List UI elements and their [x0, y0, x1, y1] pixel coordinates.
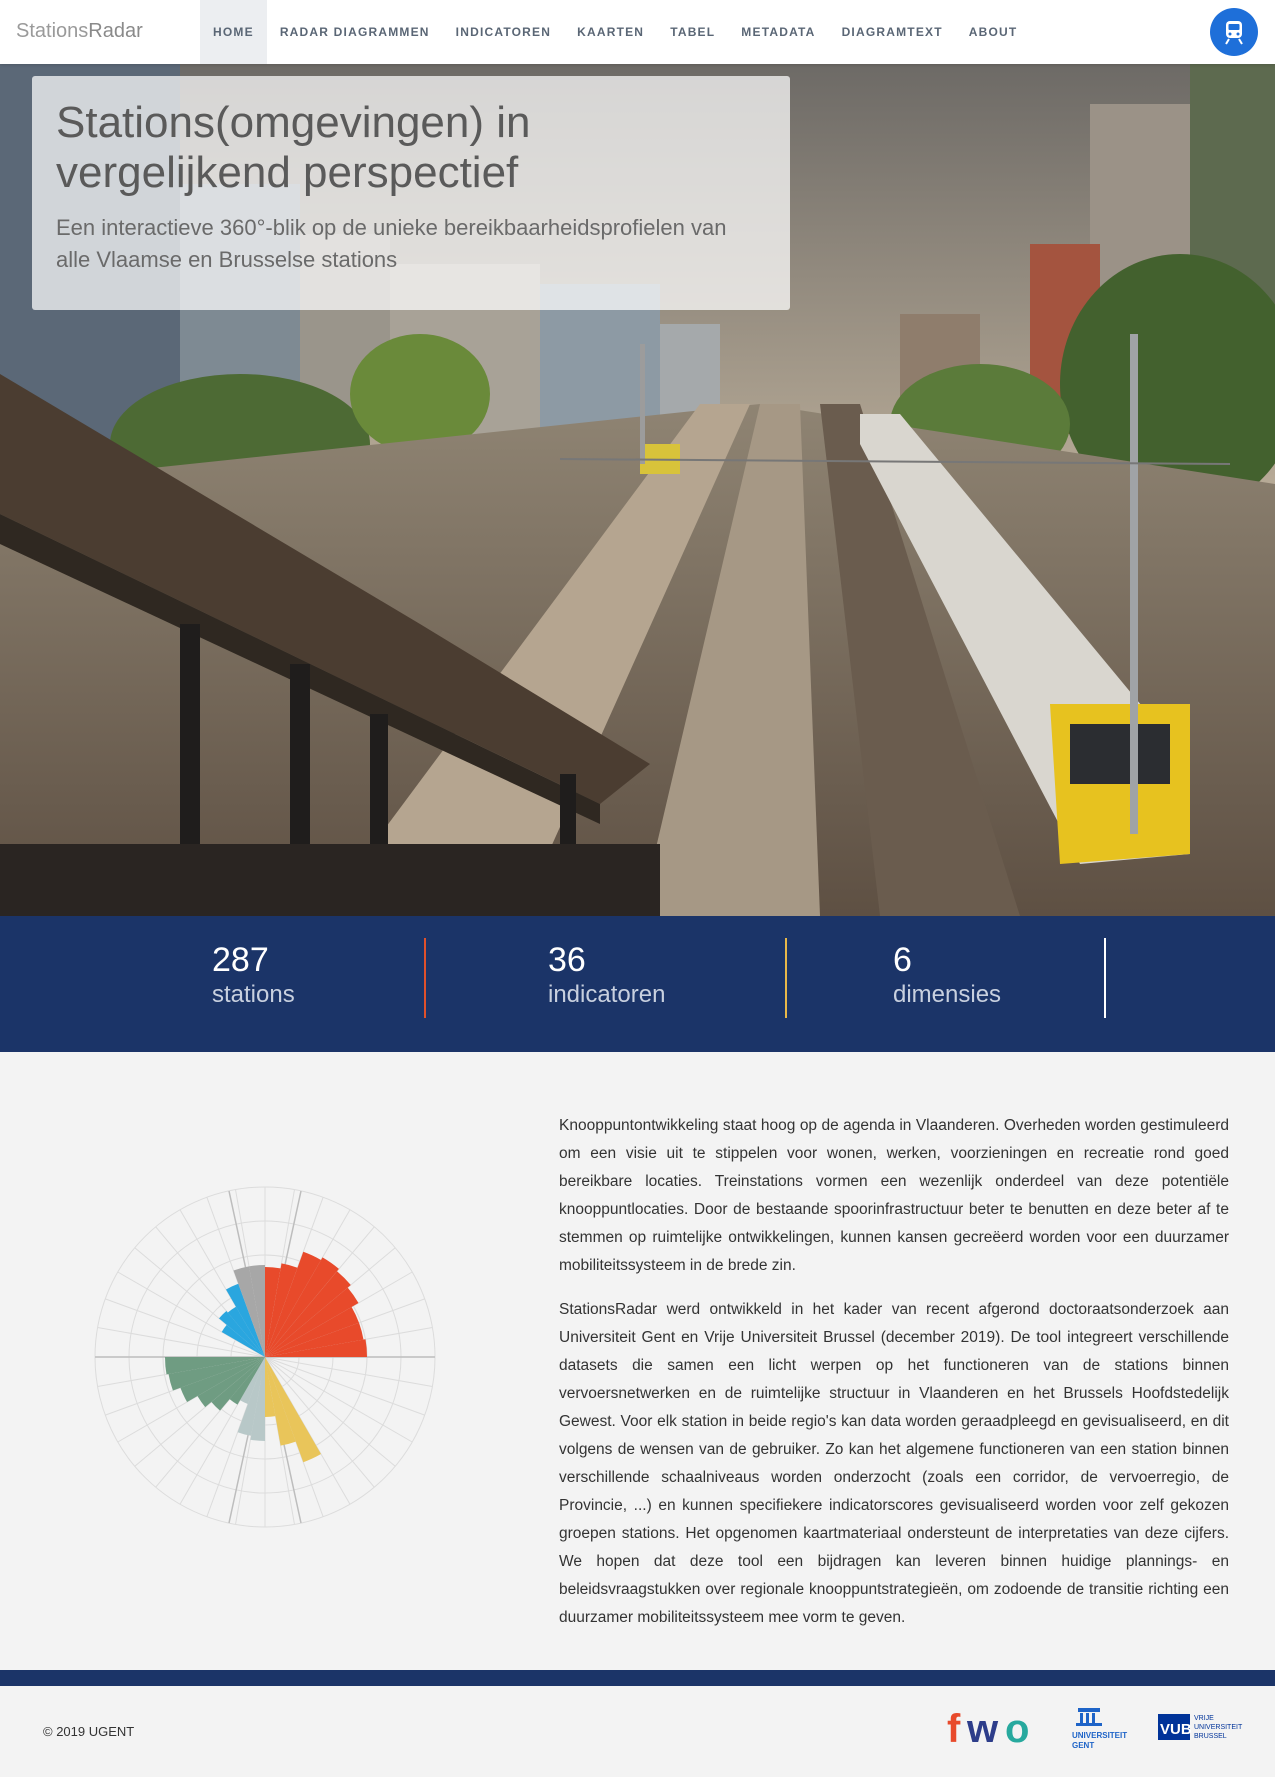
- vub-logo-line2: UNIVERSITEIT: [1194, 1724, 1243, 1731]
- train-icon: [1225, 21, 1243, 45]
- stat-indicatoren-label: indicatoren: [548, 981, 666, 1008]
- stat-dimensies-value: 6: [893, 941, 912, 979]
- stat-dimensies-label: dimensies: [893, 981, 1002, 1008]
- nav-kaarten[interactable]: KAARTEN: [564, 0, 657, 64]
- ugent-logo-line2: GENT: [1072, 1741, 1094, 1750]
- footer-divider-bar: [0, 1670, 1275, 1686]
- ugent-logo-line1: UNIVERSITEIT: [1072, 1731, 1127, 1740]
- intro-text: Knooppuntontwikkeling staat hoog op de a…: [559, 1112, 1229, 1648]
- brand-part1: Stations: [16, 20, 89, 42]
- stat-divider-2: [785, 938, 787, 1018]
- main-nav: HOME RADAR DIAGRAMMEN INDICATOREN KAARTE…: [200, 0, 1030, 64]
- radar-diagram-illustration: [94, 1186, 436, 1528]
- fwo-logo-w: w: [966, 1708, 999, 1750]
- fwo-logo-o: o: [1005, 1708, 1029, 1750]
- stat-divider-3: [1104, 938, 1106, 1018]
- top-navbar: StationsRadar HOME RADAR DIAGRAMMEN INDI…: [0, 0, 1275, 64]
- vub-logo-line1: VRIJE: [1194, 1715, 1214, 1722]
- intro-paragraph-2: StationsRadar werd ontwikkeld in het kad…: [559, 1301, 1229, 1626]
- fwo-logo[interactable]: f w o: [945, 1707, 1045, 1755]
- brand-part2: Radar: [88, 20, 143, 42]
- stat-indicatoren-value: 36: [548, 941, 586, 979]
- ugent-logo[interactable]: UNIVERSITEIT GENT: [1070, 1706, 1130, 1761]
- nav-home[interactable]: HOME: [200, 0, 267, 64]
- stat-stations-value: 287: [212, 941, 269, 979]
- nav-tabel[interactable]: TABEL: [657, 0, 728, 64]
- stat-indicatoren: 36 indicatoren: [548, 940, 665, 1010]
- stat-stations: 287 stations: [212, 940, 295, 1010]
- nav-radar-diagrammen[interactable]: RADAR DIAGRAMMEN: [267, 0, 443, 64]
- intro-paragraph-1: Knooppuntontwikkeling staat hoog op de a…: [559, 1117, 1229, 1274]
- hero-title-box: Stations(omgevingen) in vergelijkend per…: [32, 76, 790, 310]
- footer: © 2019 UGENT f w o UNIVERSITEIT GENT VUB…: [0, 1686, 1275, 1777]
- stat-dimensies: 6 dimensies: [893, 940, 1001, 1010]
- hero-title: Stations(omgevingen) in vergelijkend per…: [56, 98, 531, 197]
- stats-bar: 287 stations 36 indicatoren 6 dimensies: [0, 916, 1275, 1052]
- fwo-logo-f: f: [947, 1708, 961, 1750]
- nav-diagramtext[interactable]: DIAGRAMTEXT: [829, 0, 956, 64]
- nav-about[interactable]: ABOUT: [956, 0, 1031, 64]
- brand-logo[interactable]: StationsRadar: [16, 20, 143, 43]
- stat-divider-1: [424, 938, 426, 1018]
- stat-stations-label: stations: [212, 981, 295, 1008]
- intro-content: Knooppuntontwikkeling staat hoog op de a…: [0, 1052, 1275, 1670]
- vub-logo[interactable]: VUB VRIJE UNIVERSITEIT BRUSSEL: [1158, 1708, 1248, 1753]
- footer-copyright: © 2019 UGENT: [43, 1724, 135, 1739]
- hero-subtitle: Een interactieve 360°-blik op de unieke …: [56, 215, 727, 272]
- nav-indicatoren[interactable]: INDICATOREN: [443, 0, 564, 64]
- hero-section: Stations(omgevingen) in vergelijkend per…: [0, 64, 1275, 916]
- vub-logo-mark: VUB: [1160, 1721, 1192, 1738]
- nav-metadata[interactable]: METADATA: [728, 0, 828, 64]
- vub-logo-line3: BRUSSEL: [1194, 1733, 1227, 1740]
- train-button[interactable]: [1210, 8, 1258, 56]
